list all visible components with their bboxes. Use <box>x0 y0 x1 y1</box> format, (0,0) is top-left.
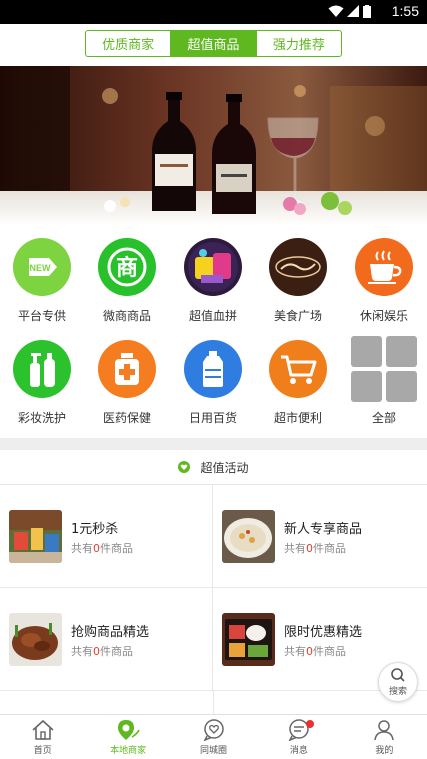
card-thumbnail <box>222 510 275 563</box>
wine-banner-image <box>0 66 427 226</box>
category-food-court[interactable]: 美食广场 <box>256 238 340 324</box>
status-bar: 1:55 <box>0 0 427 24</box>
card-divider <box>213 691 214 714</box>
card-thumbnail <box>222 613 275 666</box>
nav-label: 我的 <box>375 746 394 756</box>
category-label: 医药保健 <box>102 411 151 425</box>
nav-local-merchants[interactable]: 本地商家 <box>85 715 170 759</box>
category-label: 彩妆洗护 <box>17 411 66 425</box>
signal-icon <box>347 5 359 17</box>
card-title: 限时优惠精选 <box>284 625 363 640</box>
medicine-icon <box>98 340 156 398</box>
status-icons <box>328 5 371 18</box>
category-label: 超值血拼 <box>188 309 237 323</box>
notification-dot <box>306 720 315 728</box>
section-header: 超值活动 <box>0 450 427 485</box>
heart-badge-icon <box>178 461 191 473</box>
wifi-icon <box>328 5 344 17</box>
shopping-cart-icon <box>269 340 327 398</box>
new-tag-icon: NEW <box>13 238 71 296</box>
cosmetics-icon <box>13 340 71 398</box>
category-daily-goods[interactable]: 日用百货 <box>171 340 255 426</box>
section-divider <box>0 438 427 450</box>
category-label: 全部 <box>371 411 396 425</box>
category-all[interactable]: 全部 <box>342 336 426 426</box>
nav-label: 首页 <box>33 746 52 756</box>
category-label: 超市便利 <box>273 411 322 425</box>
shop-icon: 商 <box>98 238 156 296</box>
category-label: 微商商品 <box>102 309 151 323</box>
bottom-nav: 首页 本地商家 同城圈 消息 我的 <box>0 714 427 759</box>
segment-tabs: 优质商家 超值商品 强力推荐 <box>85 30 342 57</box>
tab-recommended[interactable]: 强力推荐 <box>257 31 341 56</box>
nav-label: 同城圈 <box>200 746 228 756</box>
category-label: 美食广场 <box>273 309 322 323</box>
nav-city-circle[interactable]: 同城圈 <box>171 715 256 759</box>
promo-card-new-user[interactable]: 新人专享商品 共有0件商品 <box>213 485 427 588</box>
card-title: 1元秒杀 <box>71 522 119 537</box>
category-label: 平台专供 <box>17 309 66 323</box>
promo-card-flash-sale[interactable]: 1元秒杀 共有0件商品 <box>0 485 213 588</box>
search-button[interactable]: 搜索 <box>378 662 418 702</box>
card-count: 共有0件商品 <box>71 645 133 658</box>
category-label: 休闲娱乐 <box>359 309 408 323</box>
nav-home[interactable]: 首页 <box>0 715 85 759</box>
nav-messages[interactable]: 消息 <box>256 715 341 759</box>
category-wechat-goods[interactable]: 商 微商商品 <box>85 238 169 324</box>
section-title: 超值活动 <box>200 460 249 475</box>
svg-text:NEW: NEW <box>30 263 52 273</box>
card-title: 抢购商品精选 <box>71 625 150 640</box>
svg-text:商: 商 <box>116 255 138 281</box>
card-count: 共有0件商品 <box>284 645 346 658</box>
search-icon <box>391 668 405 682</box>
nav-profile[interactable]: 我的 <box>342 715 427 759</box>
battery-icon <box>363 5 371 18</box>
category-label: 日用百货 <box>188 411 237 425</box>
tab-quality-merchants[interactable]: 优质商家 <box>86 31 172 56</box>
category-cosmetics[interactable]: 彩妆洗护 <box>0 340 84 426</box>
category-supermarket[interactable]: 超市便利 <box>256 340 340 426</box>
heart-bubble-icon <box>203 719 224 741</box>
water-bottle-icon <box>184 340 242 398</box>
person-icon <box>374 720 395 741</box>
category-super-value[interactable]: 超值血拼 <box>171 238 255 324</box>
category-platform-exclusive[interactable]: NEW 平台专供 <box>0 238 84 324</box>
tab-value-products[interactable]: 超值商品 <box>171 31 257 56</box>
home-icon <box>32 719 54 740</box>
nav-label: 本地商家 <box>110 746 147 756</box>
location-pin-icon <box>118 720 140 740</box>
card-title: 新人专享商品 <box>284 522 363 537</box>
status-time: 1:55 <box>391 3 419 19</box>
card-thumbnail <box>9 613 62 666</box>
card-thumbnail <box>9 510 62 563</box>
nav-label: 消息 <box>289 746 308 756</box>
promo-card-rush-buy[interactable]: 抢购商品精选 共有0件商品 <box>0 588 213 691</box>
category-medicine[interactable]: 医药保健 <box>85 340 169 426</box>
promo-banner[interactable] <box>0 66 427 226</box>
super-value-icon <box>184 238 242 296</box>
category-leisure[interactable]: 休闲娱乐 <box>342 238 426 324</box>
card-count: 共有0件商品 <box>71 542 133 555</box>
coffee-cup-icon <box>355 238 413 296</box>
search-label: 搜索 <box>388 687 407 697</box>
card-count: 共有0件商品 <box>284 542 346 555</box>
food-logo-icon <box>269 238 327 296</box>
grid-icon <box>351 336 417 402</box>
